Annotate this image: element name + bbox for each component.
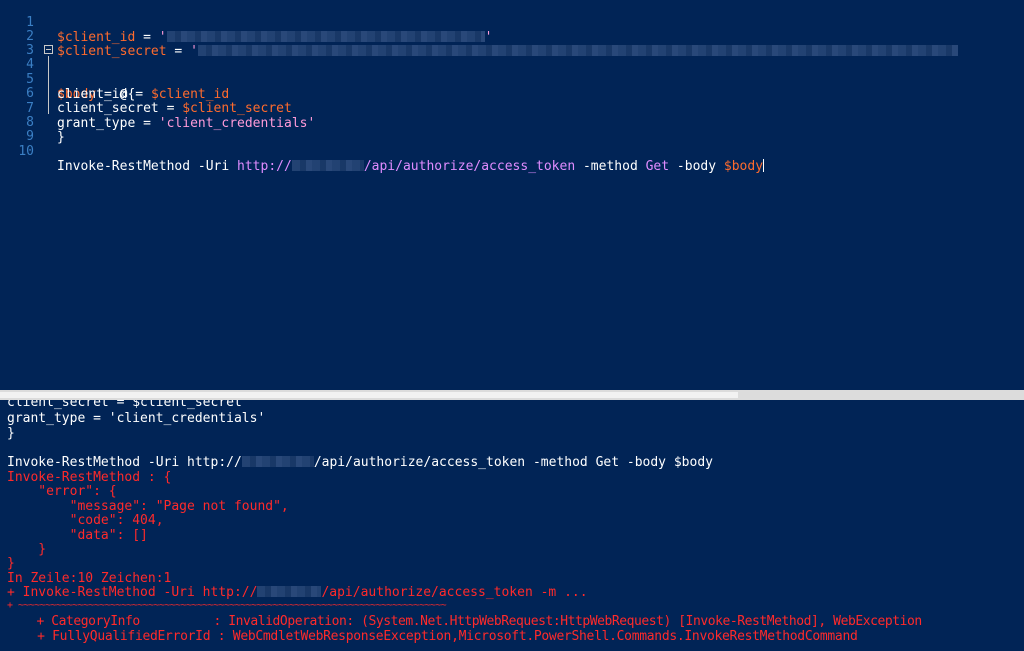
editor-line-6[interactable]: 6 client_secret = $client_secret (0, 71, 292, 116)
variable-token: $client_id (57, 30, 136, 45)
editor-line-2[interactable]: 2 $client_secret = ' (0, 14, 958, 59)
redacted-host (241, 456, 314, 467)
variable-token: $body (723, 159, 764, 174)
editor-line-1[interactable]: 1 $client_id = ' ' (0, 0, 492, 45)
editor-line-3[interactable]: 3 (0, 28, 34, 58)
redacted-client-secret (197, 45, 958, 56)
error-line: "error": { (7, 484, 117, 499)
console-line: client_secret = $client_secret (7, 400, 242, 410)
variable-token: $client_secret (182, 101, 292, 116)
cmdlet-token: Invoke-RestMethod (57, 159, 191, 174)
line-number: 10 (18, 144, 34, 159)
redacted-host (257, 586, 322, 597)
error-category-info: + CategoryInfo : InvalidOperation: (Syst… (7, 614, 923, 629)
console-line: grant_type = 'client_credentials' (7, 411, 266, 426)
text-cursor (763, 159, 765, 172)
error-underline: + ~~~~~~~~~~~~~~~~~~~~~~~~~~~~~~~~~~~~~~… (7, 600, 447, 611)
fold-guide (48, 56, 49, 114)
editor-line-9[interactable]: 9 (0, 114, 34, 144)
script-editor-pane[interactable]: 1 $client_id = ' ' 2 $client_secret = ' 3… (0, 0, 1024, 390)
console-line-command: Invoke-RestMethod -Uri http:///api/autho… (7, 455, 713, 470)
pane-splitter-scrollbar[interactable] (0, 390, 1024, 400)
redacted-client-id (166, 31, 485, 42)
editor-line-8[interactable]: 8 } (0, 100, 65, 145)
scrollbar-thumb[interactable] (0, 392, 738, 398)
collapse-toggle-icon[interactable] (44, 45, 53, 54)
redacted-host (291, 160, 364, 171)
error-line: "code": 404, (7, 513, 164, 528)
variable-token: $client_id (150, 87, 230, 102)
editor-line-5[interactable]: 5 client_id = $client_id (0, 57, 229, 102)
error-qualified-id: + FullyQualifiedErrorId : WebCmdletWebRe… (7, 629, 858, 644)
editor-line-7[interactable]: 7 grant_type = 'client_credentials' (0, 86, 315, 131)
error-line: } (7, 556, 15, 571)
console-line: } (7, 426, 15, 441)
editor-line-10[interactable]: 10 Invoke-RestMethod -Uri http:///api/au… (0, 129, 765, 174)
string-token: 'client_credentials' (158, 116, 316, 131)
variable-token: $client_secret (57, 44, 167, 59)
console-output-pane[interactable]: client_secret = $client_secret grant_typ… (0, 400, 1024, 651)
editor-line-4[interactable]: 4 $body = @{ (0, 42, 135, 102)
